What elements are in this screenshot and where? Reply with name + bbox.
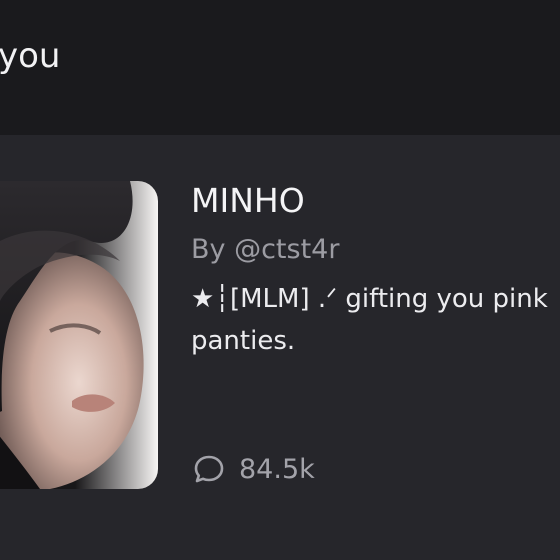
avatar-image: [0, 181, 158, 489]
chat-count: 84.5k: [239, 453, 315, 485]
chat-stats: 84.5k: [191, 451, 315, 487]
section-title: you: [0, 36, 61, 76]
character-thumbnail: [0, 181, 158, 489]
character-info: MINHO By @ctst4r ★┆[MLM] .ᐟ gifting you …: [191, 179, 560, 362]
creator-handle[interactable]: By @ctst4r: [191, 232, 560, 268]
chat-bubble-icon: [191, 451, 227, 487]
character-card[interactable]: MINHO By @ctst4r ★┆[MLM] .ᐟ gifting you …: [0, 135, 560, 560]
character-name[interactable]: MINHO: [191, 179, 560, 223]
character-description: ★┆[MLM] .ᐟ gifting you pink panties.: [191, 284, 548, 356]
section-header: you: [0, 0, 560, 135]
page: you MINHO By @ctst4r ★┆[MLM] .ᐟ gifting …: [0, 0, 560, 560]
